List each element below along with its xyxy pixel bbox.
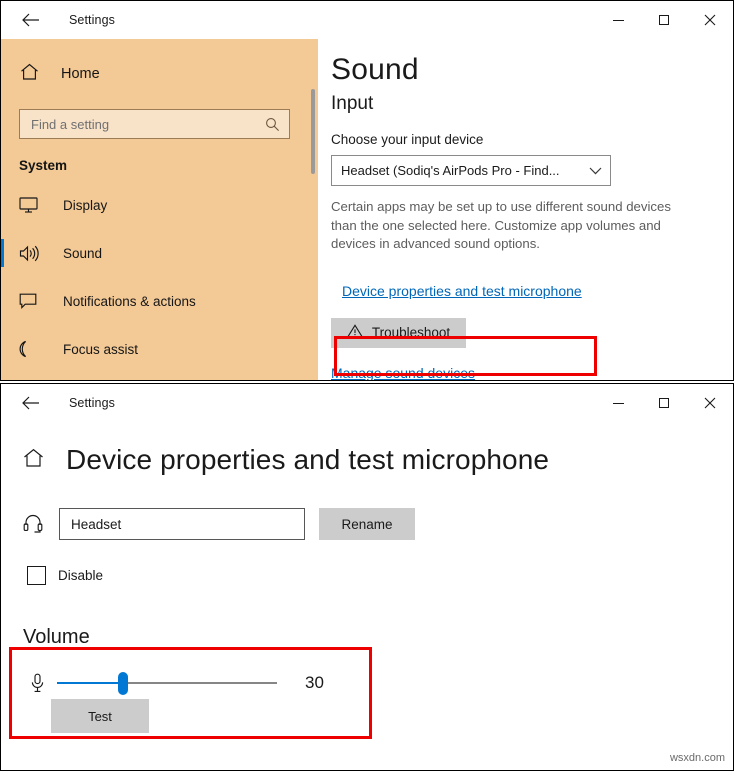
troubleshoot-label: Troubleshoot bbox=[371, 325, 451, 340]
sidebar-item-focus-assist[interactable]: Focus assist bbox=[1, 325, 318, 373]
disable-checkbox[interactable] bbox=[27, 566, 46, 585]
home-icon bbox=[20, 63, 39, 86]
sidebar-item-label: Display bbox=[63, 197, 108, 213]
volume-controls: 30 Test bbox=[9, 647, 372, 745]
input-device-label: Choose your input device bbox=[331, 132, 484, 147]
moon-icon bbox=[19, 340, 43, 358]
minimize-icon[interactable] bbox=[595, 4, 641, 36]
selection-indicator bbox=[1, 239, 4, 267]
manage-sound-devices-link[interactable]: Manage sound devices bbox=[331, 365, 733, 381]
troubleshoot-button[interactable]: Troubleshoot bbox=[331, 317, 466, 348]
sidebar-item-notifications[interactable]: Notifications & actions bbox=[1, 277, 318, 325]
back-arrow-icon[interactable] bbox=[7, 387, 53, 419]
back-arrow-icon[interactable] bbox=[7, 4, 53, 36]
slider-fill bbox=[57, 682, 123, 684]
sidebar-section-label: System bbox=[19, 158, 68, 173]
sound-settings-pane: Sound Input Choose your input device Hea… bbox=[318, 39, 733, 381]
titlebar-bottom: Settings bbox=[1, 384, 733, 422]
minimize-icon[interactable] bbox=[595, 387, 641, 419]
sidebar-item-home[interactable]: Home bbox=[1, 57, 318, 91]
disable-checkbox-row[interactable]: Disable bbox=[23, 566, 733, 585]
chevron-down-icon[interactable] bbox=[580, 167, 610, 175]
window-controls bbox=[595, 384, 733, 422]
window-controls bbox=[595, 1, 733, 39]
device-properties-pane: Device properties and test microphone Re… bbox=[1, 422, 733, 745]
device-properties-link-row: Device properties and test microphone bbox=[331, 272, 733, 376]
sidebar-item-label: Focus assist bbox=[63, 341, 139, 357]
page-title: Sound bbox=[331, 53, 419, 86]
maximize-icon[interactable] bbox=[641, 387, 687, 419]
search-icon[interactable] bbox=[265, 117, 289, 132]
warning-triangle-icon bbox=[346, 324, 363, 341]
section-heading-input: Input bbox=[331, 93, 374, 114]
headset-icon bbox=[23, 513, 53, 535]
microphone-icon bbox=[23, 673, 51, 693]
sidebar-item-display[interactable]: Display bbox=[1, 181, 318, 229]
window-title: Settings bbox=[69, 396, 115, 410]
rename-button[interactable]: Rename bbox=[319, 508, 415, 540]
page-title: Device properties and test microphone bbox=[66, 444, 550, 475]
close-icon[interactable] bbox=[687, 4, 733, 36]
close-icon[interactable] bbox=[687, 387, 733, 419]
sidebar-item-sound[interactable]: Sound bbox=[1, 229, 318, 277]
speaker-icon bbox=[19, 245, 43, 262]
slider-thumb[interactable] bbox=[118, 671, 128, 695]
settings-window-sound: Settings Home Find a setting System Disp… bbox=[0, 0, 734, 381]
test-button[interactable]: Test bbox=[51, 699, 149, 733]
sidebar: Home Find a setting System Display Sound… bbox=[1, 39, 318, 380]
volume-value: 30 bbox=[305, 673, 324, 692]
sidebar-home-label: Home bbox=[61, 66, 100, 82]
settings-window-device-properties: Settings Device properties and test micr… bbox=[0, 383, 734, 771]
home-icon[interactable] bbox=[23, 448, 44, 473]
search-placeholder: Find a setting bbox=[31, 116, 110, 132]
maximize-icon[interactable] bbox=[641, 4, 687, 36]
sidebar-item-label: Sound bbox=[63, 245, 103, 261]
sound-description: Certain apps may be set up to use differ… bbox=[331, 199, 671, 251]
device-name-row: Rename bbox=[23, 508, 733, 540]
titlebar-top: Settings bbox=[1, 1, 733, 39]
search-input[interactable]: Find a setting bbox=[19, 109, 290, 139]
watermark: wsxdn.com bbox=[669, 752, 725, 764]
sidebar-item-label: Notifications & actions bbox=[63, 293, 196, 309]
volume-slider-row: 30 bbox=[23, 659, 372, 695]
sidebar-list: Display Sound Notifications & actions Fo… bbox=[1, 181, 318, 373]
device-name-input[interactable] bbox=[59, 508, 305, 540]
input-device-value: Headset (Sodiq's AirPods Pro - Find... bbox=[341, 163, 560, 178]
volume-heading: Volume bbox=[23, 626, 90, 648]
window-title: Settings bbox=[69, 13, 115, 27]
notification-icon bbox=[19, 293, 43, 310]
volume-slider[interactable] bbox=[57, 671, 277, 695]
device-properties-link[interactable]: Device properties and test microphone bbox=[342, 283, 582, 299]
sidebar-scrollbar[interactable] bbox=[311, 89, 315, 174]
input-device-dropdown[interactable]: Headset (Sodiq's AirPods Pro - Find... bbox=[331, 155, 611, 186]
monitor-icon bbox=[19, 197, 43, 213]
disable-label: Disable bbox=[58, 568, 104, 583]
page-header: Device properties and test microphone bbox=[23, 444, 733, 476]
